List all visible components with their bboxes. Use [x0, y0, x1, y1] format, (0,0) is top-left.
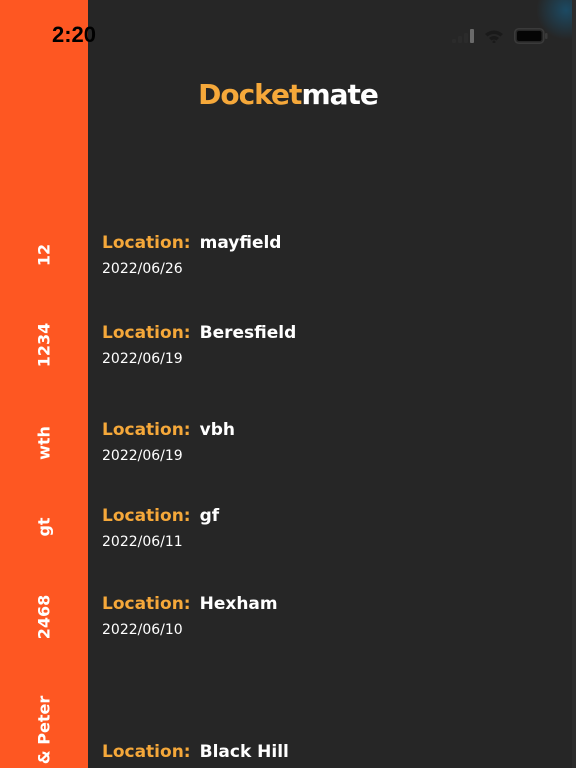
app-screen: 12 1234 wth gt 2468 & Peter 2:20 Docketm… [0, 0, 576, 768]
list-item[interactable]: Location: Black Hill [102, 742, 289, 762]
entry-date: 2022/06/10 [102, 622, 183, 638]
location-label: Location: [102, 233, 191, 253]
app-title-docket: Docket [198, 78, 302, 111]
app-title: Docketmate [88, 78, 488, 111]
location-value: mayfield [199, 233, 282, 253]
signal-icon [452, 29, 474, 43]
battery-icon [514, 28, 548, 44]
entry-date: 2022/06/19 [102, 448, 183, 464]
location-value: Beresfield [199, 323, 297, 343]
location-label: Location: [102, 420, 191, 440]
location-label: Location: [102, 323, 191, 343]
list-item[interactable]: Location: Beresfield 2022/06/19 [102, 323, 296, 367]
entry-date: 2022/06/19 [102, 351, 183, 367]
location-value: Hexham [199, 594, 278, 614]
entry-date: 2022/06/26 [102, 261, 183, 277]
status-icons [452, 28, 548, 44]
side-strip: 12 1234 wth gt 2468 & Peter [0, 0, 88, 768]
location-label: Location: [102, 506, 191, 526]
strip-label-6: & Peter [34, 695, 54, 765]
status-time: 2:20 [52, 22, 97, 47]
list-item[interactable]: Location: vbh 2022/06/19 [102, 420, 235, 464]
location-value: vbh [199, 420, 235, 440]
app-title-mate: mate [301, 78, 378, 111]
location-value: gf [199, 506, 220, 526]
list-item[interactable]: Location: Hexham 2022/06/10 [102, 594, 278, 638]
location-label: Location: [102, 742, 191, 762]
location-value: Black Hill [199, 742, 289, 762]
strip-label-1: 12 [34, 243, 54, 267]
list-item[interactable]: Location: mayfield 2022/06/26 [102, 233, 281, 277]
wifi-icon [485, 30, 503, 43]
strip-label-2: 1234 [34, 322, 54, 368]
list-item[interactable]: Location: gf 2022/06/11 [102, 506, 219, 550]
entry-date: 2022/06/11 [102, 534, 183, 550]
strip-label-3: wth [34, 426, 54, 460]
location-label: Location: [102, 594, 191, 614]
right-edge [572, 0, 576, 768]
strip-label-5: 2468 [34, 594, 54, 640]
strip-label-4: gt [34, 517, 54, 537]
